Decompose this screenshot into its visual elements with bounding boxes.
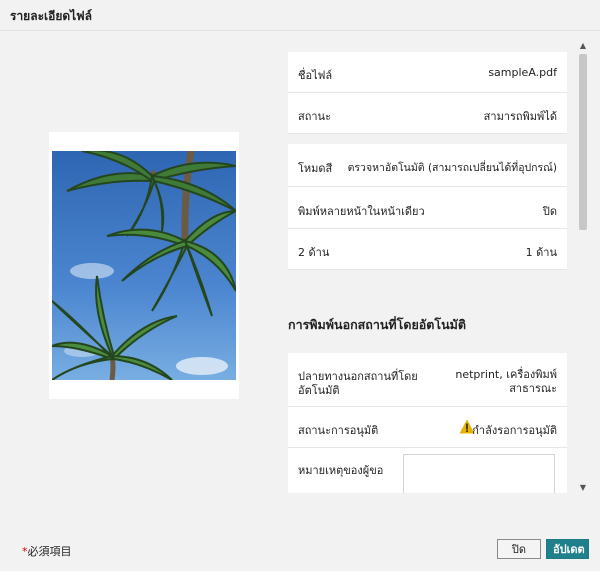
update-button[interactable]: อัปเดต: [546, 539, 589, 559]
approval-value: กำลังรอการอนุมัติ: [472, 424, 557, 437]
color-mode-value: ตรวจหาอัตโนมัติ (สามารถเปลี่ยนได้ที่อุปก…: [347, 162, 557, 174]
file-info-panel: ชื่อไฟล์ sampleA.pdf สถานะ สามารถพิมพ์ได…: [288, 52, 567, 134]
chevron-down-icon[interactable]: ▼: [578, 483, 588, 493]
memo-label: หมายเหตุของผู้ขอ: [298, 464, 384, 477]
document-preview: [49, 132, 239, 399]
auto-offsite-panel: ปลายทางนอกสถานที่โดย อัตโนมัติ netprint,…: [288, 353, 567, 493]
required-text: 必須項目: [27, 545, 72, 558]
dialog-title: รายละเอียดไฟล์: [10, 9, 93, 23]
scrollbar-thumb[interactable]: [579, 54, 587, 230]
file-name-row: ชื่อไฟล์ sampleA.pdf: [288, 52, 567, 93]
auto-offsite-section-title: การพิมพ์นอกสถานที่โดยอัตโนมัติ: [288, 317, 467, 332]
memo-textbox[interactable]: [403, 454, 555, 493]
approval-label: สถานะการอนุมัติ: [298, 424, 379, 437]
destination-label-line2: อัตโนมัติ: [298, 384, 340, 397]
close-button[interactable]: ปิด: [497, 539, 541, 559]
dialog-footer: *必須項目 ปิด อัปเดต: [0, 493, 600, 571]
file-details-dialog: รายละเอียดไฟล์ ชื่อไฟล์ sampleA.pdf สถาน…: [0, 0, 600, 571]
content-scrollbar[interactable]: ▲ ▼: [578, 41, 588, 493]
duplex-label: 2 ด้าน: [298, 246, 330, 259]
multi-page-label: พิมพ์หลายหน้าในหน้าเดียว: [298, 205, 425, 218]
memo-row: หมายเหตุของผู้ขอ: [288, 448, 567, 493]
duplex-value: 1 ด้าน: [525, 246, 557, 259]
duplex-row: 2 ด้าน 1 ด้าน: [288, 229, 567, 270]
file-name-value: sampleA.pdf: [488, 66, 557, 79]
status-row: สถานะ สามารถพิมพ์ได้: [288, 93, 567, 134]
required-note: *必須項目: [22, 543, 72, 559]
title-bar: รายละเอียดไฟล์: [0, 0, 600, 31]
approval-row: สถานะการอนุมัติ กำลังรอการอนุมัติ: [288, 407, 567, 448]
print-settings-panel: โหมดสี ตรวจหาอัตโนมัติ (สามารถเปลี่ยนได้…: [288, 144, 567, 270]
file-name-label: ชื่อไฟล์: [298, 69, 333, 82]
color-mode-label: โหมดสี: [298, 162, 333, 175]
color-mode-row: โหมดสี ตรวจหาอัตโนมัติ (สามารถเปลี่ยนได้…: [288, 144, 567, 187]
dialog-content[interactable]: ชื่อไฟล์ sampleA.pdf สถานะ สามารถพิมพ์ได…: [0, 31, 600, 493]
status-value: สามารถพิมพ์ได้: [483, 110, 557, 123]
multi-page-row: พิมพ์หลายหน้าในหน้าเดียว ปิด: [288, 187, 567, 229]
preview-image: [52, 151, 236, 380]
multi-page-value: ปิด: [542, 205, 557, 218]
destination-row: ปลายทางนอกสถานที่โดย อัตโนมัติ netprint,…: [288, 353, 567, 407]
status-label: สถานะ: [298, 110, 331, 123]
destination-value-line2: สาธารณะ: [509, 382, 557, 395]
chevron-up-icon[interactable]: ▲: [578, 41, 588, 51]
